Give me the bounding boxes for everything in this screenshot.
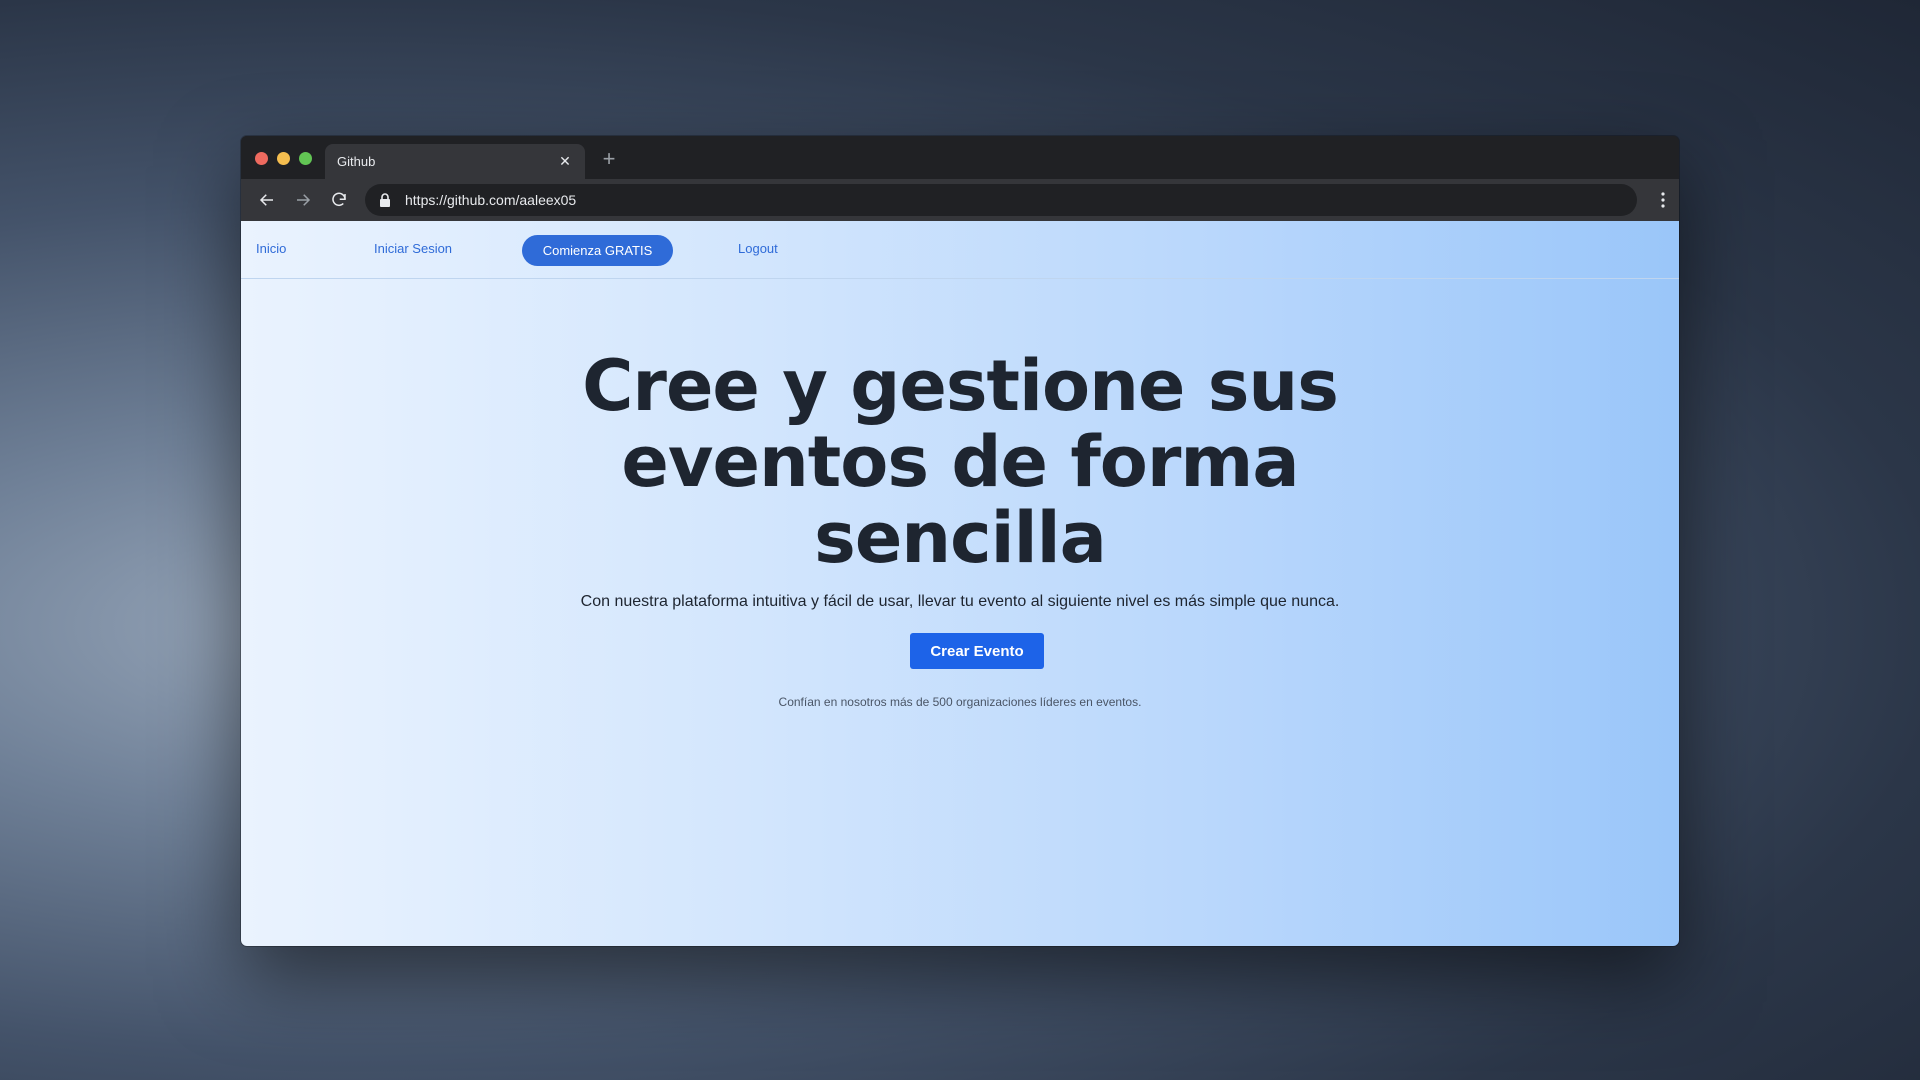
reload-button[interactable] xyxy=(321,185,357,215)
tab-github[interactable]: Github ✕ xyxy=(325,144,585,179)
browser-toolbar: https://github.com/aaleex05 xyxy=(241,179,1679,221)
hero-title-line: sencilla xyxy=(814,497,1107,579)
tab-bar: Github ✕ + xyxy=(241,136,1679,179)
lock-icon xyxy=(380,193,390,207)
back-button[interactable] xyxy=(249,185,285,215)
hero-title-line: Cree y gestione sus xyxy=(582,345,1339,427)
close-window-button[interactable] xyxy=(255,152,268,165)
new-tab-button[interactable]: + xyxy=(598,148,620,170)
arrow-left-icon xyxy=(259,194,273,206)
hero-title: Cree y gestione sus eventos de forma sen… xyxy=(241,348,1679,576)
arrow-right-icon xyxy=(297,194,311,206)
tab-title: Github xyxy=(337,154,376,169)
url-text: https://github.com/aaleex05 xyxy=(405,192,577,208)
address-bar[interactable]: https://github.com/aaleex05 xyxy=(365,184,1637,216)
nav-link-logout[interactable]: Logout xyxy=(738,241,778,256)
reload-icon xyxy=(332,192,346,207)
nav-button-comienza-gratis[interactable]: Comienza GRATIS xyxy=(522,235,673,266)
crear-evento-button[interactable]: Crear Evento xyxy=(910,633,1044,669)
hero-subtitle: Con nuestra plataforma intuitiva y fácil… xyxy=(580,593,1340,610)
page-viewport: Inicio Iniciar Sesion Comienza GRATIS Lo… xyxy=(241,221,1679,946)
nav-link-iniciar-sesion[interactable]: Iniciar Sesion xyxy=(374,241,452,256)
close-icon[interactable]: ✕ xyxy=(557,153,573,170)
maximize-window-button[interactable] xyxy=(299,152,312,165)
hero-title-line: eventos de forma xyxy=(621,421,1299,503)
browser-window: Github ✕ + https://github.com/aaleex05 I… xyxy=(241,136,1679,946)
more-menu-icon[interactable] xyxy=(1651,188,1675,212)
site-navbar: Inicio Iniciar Sesion Comienza GRATIS Lo… xyxy=(241,221,1679,279)
minimize-window-button[interactable] xyxy=(277,152,290,165)
trust-text: Confían en nosotros más de 500 organizac… xyxy=(778,695,1142,709)
forward-button[interactable] xyxy=(285,185,321,215)
nav-link-inicio[interactable]: Inicio xyxy=(256,241,286,256)
